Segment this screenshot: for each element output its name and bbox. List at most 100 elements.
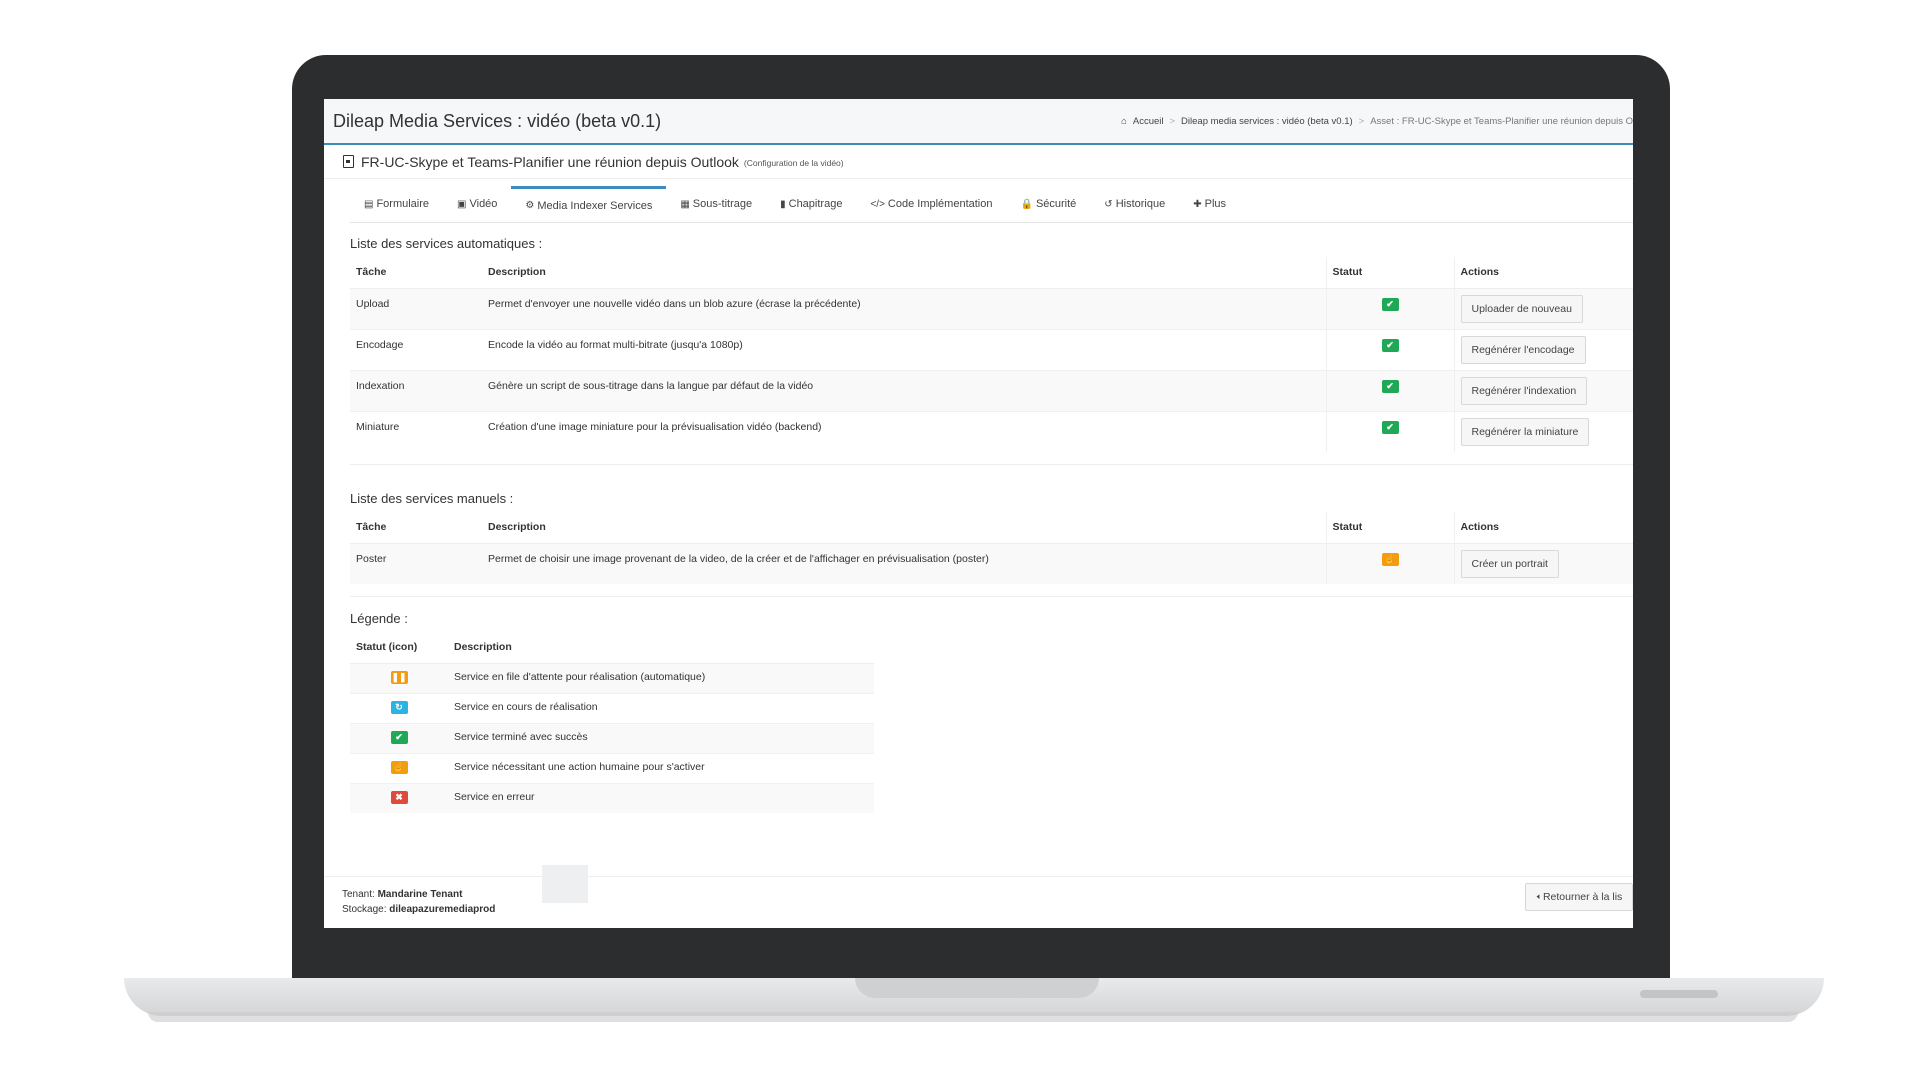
legend-description: Service nécessitant une action humaine p… bbox=[448, 752, 874, 783]
column-header-status-icon: Statut (icon) bbox=[350, 632, 448, 664]
hand-icon: ☝ bbox=[1381, 552, 1399, 566]
history-icon: ↺ bbox=[1104, 198, 1113, 210]
task-cell: Poster bbox=[350, 542, 482, 584]
column-header-task: Tâche bbox=[350, 512, 482, 544]
bookmark-icon: ▮ bbox=[780, 198, 786, 210]
create-portrait-button[interactable]: Créer un portrait bbox=[1460, 549, 1559, 578]
legend-row: ☝ Service nécessitant une action humaine… bbox=[350, 752, 874, 783]
legend-description: Service terminé avec succès bbox=[448, 722, 874, 753]
check-icon: ✔ bbox=[1381, 297, 1399, 311]
tab-securite[interactable]: 🔒 Sécurité bbox=[1006, 186, 1090, 222]
table-row: Upload Permet d'envoyer une nouvelle vid… bbox=[350, 287, 1633, 329]
upload-again-button[interactable]: Uploader de nouveau bbox=[1460, 294, 1583, 323]
legend-description: Service en cours de réalisation bbox=[448, 692, 874, 723]
file-video-icon bbox=[343, 155, 354, 168]
tab-video[interactable]: ▣ Vidéo bbox=[443, 186, 511, 222]
legend-row: ✖ Service en erreur bbox=[350, 782, 874, 813]
gears-icon: ⚙ bbox=[525, 200, 535, 211]
legend-row: ↻ Service en cours de réalisation bbox=[350, 692, 874, 723]
column-header-task: Tâche bbox=[350, 257, 482, 289]
page-title: FR-UC-Skype et Teams-Planifier une réuni… bbox=[361, 153, 739, 170]
regenerate-thumbnail-button[interactable]: Regénérer la miniature bbox=[1460, 417, 1590, 446]
legend-row: ✔ Service terminé avec succès bbox=[350, 722, 874, 753]
task-cell: Miniature bbox=[350, 410, 482, 452]
video-file-icon: ▣ bbox=[457, 198, 467, 210]
legend-row: ❚❚ Service en file d'attente pour réalis… bbox=[350, 662, 874, 693]
column-header-status: Statut bbox=[1325, 512, 1454, 544]
description-cell: Permet d'envoyer une nouvelle vidéo dans… bbox=[482, 287, 1326, 329]
tenant-label: Tenant: bbox=[342, 889, 375, 900]
breadcrumb-home[interactable]: Accueil bbox=[1133, 116, 1164, 127]
table-row: Miniature Création d'une image miniature… bbox=[350, 410, 1633, 452]
column-header-description: Description bbox=[482, 512, 1326, 544]
laptop-slot bbox=[1640, 990, 1718, 998]
app-title: Dileap Media Services : vidéo (beta v0.1… bbox=[333, 110, 662, 131]
task-cell: Upload bbox=[350, 287, 482, 329]
back-label: Retourner à la lis bbox=[1542, 891, 1623, 903]
close-icon: ✖ bbox=[390, 790, 408, 804]
legend-description: Service en erreur bbox=[448, 782, 874, 813]
laptop-base-shadow bbox=[148, 1012, 1798, 1022]
regenerate-indexation-button[interactable]: Regénérer l'indexation bbox=[1460, 376, 1588, 405]
description-cell: Permet de choisir une image provenant de… bbox=[482, 542, 1326, 584]
regenerate-encoding-button[interactable]: Regénérer l'encodage bbox=[1460, 335, 1586, 364]
auto-services-table: Tâche Description Statut Actions Upload … bbox=[350, 257, 1633, 452]
hand-icon: ☝ bbox=[390, 760, 408, 774]
tab-label: Sécurité bbox=[1035, 198, 1077, 210]
tab-label: Chapitrage bbox=[788, 198, 843, 210]
tab-chapitrage[interactable]: ▮ Chapitrage bbox=[766, 186, 856, 222]
tab-label: Code Implémentation bbox=[887, 198, 993, 210]
task-cell: Encodage bbox=[350, 328, 482, 370]
divider bbox=[350, 464, 1633, 465]
legend-description: Service en file d'attente pour réalisati… bbox=[448, 662, 874, 693]
description-cell: Encode la vidéo au format multi-bitrate … bbox=[482, 328, 1326, 370]
tab-label: Plus bbox=[1204, 198, 1227, 210]
storage-value: dileapazuremediaprod bbox=[389, 904, 496, 915]
manual-services-title: Liste des services manuels : bbox=[350, 491, 514, 506]
breadcrumb-current: Asset : FR-UC-Skype et Teams-Planifier u… bbox=[1370, 115, 1633, 127]
column-header-actions: Actions bbox=[1453, 512, 1633, 544]
tab-label: Sous-titrage bbox=[692, 198, 753, 210]
lock-icon: 🔒 bbox=[1020, 198, 1033, 210]
back-to-list-button[interactable]: 🢐 Retourner à la lis bbox=[1525, 883, 1633, 911]
screen: Dileap Media Services : vidéo (beta v0.1… bbox=[324, 99, 1633, 928]
table-row: Encodage Encode la vidéo au format multi… bbox=[350, 328, 1633, 370]
code-icon: </> bbox=[870, 198, 885, 210]
breadcrumb-section[interactable]: Dileap media services : vidéo (beta v0.1… bbox=[1181, 116, 1353, 127]
tab-formulaire[interactable]: ▤ Formulaire bbox=[350, 186, 443, 222]
plus-icon: ✚ bbox=[1193, 198, 1202, 210]
column-header-description: Description bbox=[448, 632, 874, 664]
column-header-status: Statut bbox=[1325, 257, 1454, 289]
auto-services-title: Liste des services automatiques : bbox=[350, 236, 543, 251]
column-header-actions: Actions bbox=[1453, 257, 1633, 289]
tab-label: Historique bbox=[1115, 198, 1166, 210]
refresh-icon: ↻ bbox=[390, 700, 408, 714]
task-cell: Indexation bbox=[350, 369, 482, 411]
top-bar: Dileap Media Services : vidéo (beta v0.1… bbox=[324, 99, 1633, 145]
tab-plus[interactable]: ✚ Plus bbox=[1179, 186, 1240, 222]
breadcrumb-separator: > bbox=[1169, 115, 1176, 127]
check-icon: ✔ bbox=[1381, 420, 1399, 434]
tab-code-implementation[interactable]: </> Code Implémentation bbox=[856, 186, 1006, 222]
description-cell: Création d'une image miniature pour la p… bbox=[482, 410, 1326, 452]
page-header: FR-UC-Skype et Teams-Planifier une réuni… bbox=[324, 145, 1633, 179]
tab-historique[interactable]: ↺ Historique bbox=[1090, 186, 1179, 222]
legend-table: Statut (icon) Description ❚❚ Service en … bbox=[350, 632, 874, 813]
list-icon: ▤ bbox=[364, 198, 374, 210]
tab-media-indexer-services[interactable]: ⚙ Media Indexer Services bbox=[511, 186, 667, 222]
legend-title: Légende : bbox=[350, 611, 408, 626]
main-content: Liste des services automatiques : Tâche … bbox=[324, 236, 1633, 813]
column-header-description: Description bbox=[482, 257, 1326, 289]
pause-icon: ❚❚ bbox=[390, 670, 408, 684]
tab-sous-titrage[interactable]: ▦ Sous-titrage bbox=[666, 186, 766, 222]
footer-info: Tenant: Mandarine Tenant Stockage: dilea… bbox=[342, 887, 495, 917]
footer: Tenant: Mandarine Tenant Stockage: dilea… bbox=[324, 865, 1633, 928]
laptop-notch bbox=[855, 978, 1099, 998]
breadcrumb-separator: > bbox=[1358, 115, 1365, 127]
tab-label: Media Indexer Services bbox=[537, 199, 653, 212]
manual-services-table: Tâche Description Statut Actions Poster … bbox=[350, 512, 1633, 584]
subtitle-icon: ▦ bbox=[680, 198, 690, 210]
placeholder-box bbox=[542, 865, 588, 903]
home-icon: ⌂ bbox=[1121, 115, 1127, 127]
table-row: Poster Permet de choisir une image prove… bbox=[350, 542, 1633, 584]
